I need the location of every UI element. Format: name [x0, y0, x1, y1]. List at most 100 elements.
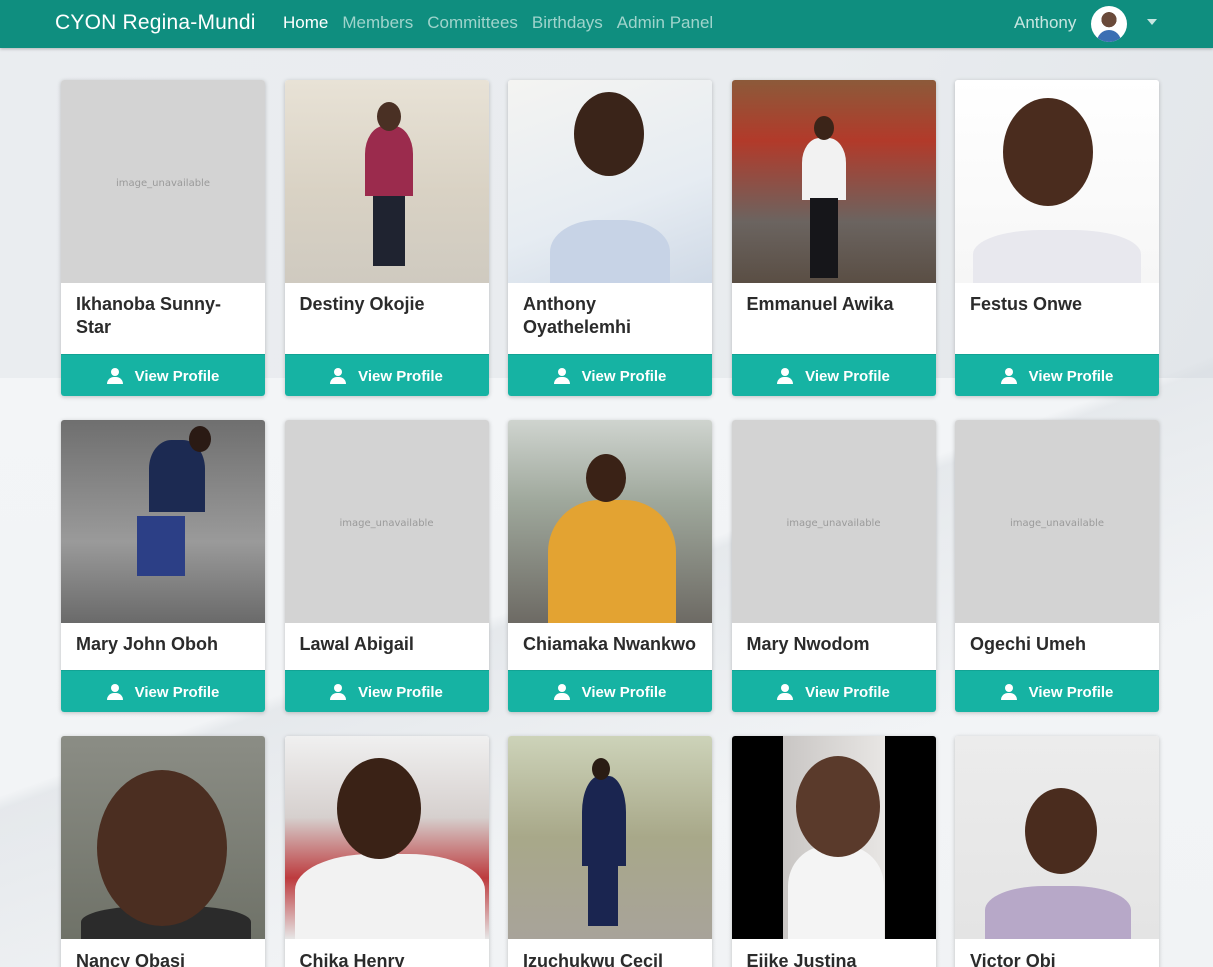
- view-profile-label: View Profile: [134, 367, 220, 385]
- photo-figure-head: [795, 756, 880, 857]
- user-icon: [553, 684, 570, 700]
- brand-link[interactable]: CYON Regina-Mundi: [55, 11, 256, 35]
- member-photo: [955, 736, 1159, 939]
- photo-figure-body: [548, 500, 676, 623]
- user-menu-name[interactable]: Anthony: [1014, 13, 1076, 33]
- photo-figure-head: [1025, 788, 1097, 874]
- chevron-down-icon[interactable]: [1147, 19, 1157, 25]
- user-icon: [777, 684, 794, 700]
- member-card: Izuchukwu Cecil: [508, 736, 712, 967]
- member-photo: [284, 80, 489, 283]
- photo-figure-head: [574, 92, 644, 176]
- user-icon: [777, 368, 794, 384]
- view-profile-button[interactable]: View Profile: [508, 354, 712, 396]
- member-card: Ejike Justina: [731, 736, 936, 967]
- placeholder-text: image_unavailable: [1010, 518, 1104, 529]
- member-photo: [61, 736, 265, 939]
- placeholder-text: image_unavailable: [116, 178, 210, 189]
- photo-figure-head: [189, 426, 211, 452]
- photo-figure-head: [336, 758, 421, 859]
- member-card: Destiny Okojie View Profile: [284, 80, 489, 396]
- member-card: Chika Henry: [284, 736, 489, 967]
- view-profile-label: View Profile: [358, 683, 443, 701]
- photo-figure-legs: [137, 516, 185, 576]
- user-icon: [330, 368, 347, 384]
- view-profile-button[interactable]: View Profile: [955, 670, 1159, 712]
- photo-figure-head: [376, 102, 401, 131]
- member-card: Anthony Oyathelemhi View Profile: [508, 80, 712, 396]
- member-photo: [508, 420, 712, 623]
- member-card: image_unavailable Lawal Abigail View Profi…: [284, 420, 489, 712]
- photo-figure-body: [787, 846, 884, 939]
- user-avatar[interactable]: [1091, 6, 1127, 42]
- user-icon: [1000, 684, 1017, 700]
- nav-link-admin-panel[interactable]: Admin Panel: [617, 13, 713, 33]
- view-profile-label: View Profile: [1028, 367, 1114, 385]
- member-name: Victor Obi: [970, 951, 1056, 967]
- member-photo-placeholder: image_unavailable: [61, 80, 265, 283]
- member-photo: [731, 80, 936, 283]
- view-profile-label: View Profile: [581, 367, 667, 385]
- photo-figure-body: [973, 230, 1141, 283]
- view-profile-label: View Profile: [805, 683, 890, 701]
- member-photo-placeholder: image_unavailable: [284, 420, 489, 623]
- member-name: Nancy Obasi: [76, 951, 186, 967]
- view-profile-button[interactable]: View Profile: [61, 670, 265, 712]
- nav-link-home[interactable]: Home: [283, 13, 328, 33]
- member-photo: [284, 736, 489, 939]
- member-name: Emmanuel Awika: [746, 294, 894, 314]
- member-photo-placeholder: image_unavailable: [955, 420, 1159, 623]
- user-icon: [106, 684, 123, 700]
- user-icon: [1000, 368, 1017, 384]
- view-profile-label: View Profile: [581, 683, 667, 701]
- photo-figure-body: [364, 126, 413, 196]
- view-profile-label: View Profile: [805, 367, 890, 385]
- photo-figure-head: [813, 116, 834, 140]
- nav-link-committees[interactable]: Committees: [427, 13, 518, 33]
- view-profile-button[interactable]: View Profile: [284, 670, 489, 712]
- view-profile-button[interactable]: View Profile: [284, 354, 489, 396]
- photo-figure-body: [550, 220, 670, 283]
- view-profile-button[interactable]: View Profile: [955, 354, 1159, 396]
- member-card: Emmanuel Awika View Profile: [731, 80, 936, 396]
- member-name: Lawal Abigail: [299, 634, 414, 654]
- member-name: Anthony Oyathelemhi: [523, 294, 632, 337]
- photo-figure-legs: [588, 866, 618, 926]
- user-icon: [330, 684, 347, 700]
- member-name: Ejike Justina: [746, 951, 857, 967]
- view-profile-label: View Profile: [358, 367, 443, 385]
- photo-figure-body: [801, 138, 846, 200]
- view-profile-button[interactable]: View Profile: [731, 670, 936, 712]
- view-profile-button[interactable]: View Profile: [508, 670, 712, 712]
- photo-figure-head: [592, 758, 610, 780]
- member-card: Mary John Oboh View Profile: [61, 420, 265, 712]
- nav-link-birthdays[interactable]: Birthdays: [532, 13, 603, 33]
- placeholder-text: image_unavailable: [339, 518, 434, 529]
- view-profile-button[interactable]: View Profile: [731, 354, 936, 396]
- placeholder-text: image_unavailable: [786, 518, 881, 529]
- member-photo: [61, 420, 265, 623]
- member-card: Nancy Obasi: [61, 736, 265, 967]
- view-profile-label: View Profile: [1028, 683, 1114, 701]
- member-photo: [731, 736, 936, 939]
- member-photo: [508, 736, 712, 939]
- member-card: Victor Obi: [955, 736, 1159, 967]
- member-card: image_unavailable Ikhanoba Sunny-Star View…: [61, 80, 265, 396]
- member-card: image_unavailable Ogechi Umeh View Profile: [955, 420, 1159, 712]
- photo-figure-head: [1003, 98, 1093, 206]
- view-profile-button[interactable]: View Profile: [61, 354, 265, 396]
- photo-figure-head: [97, 770, 227, 926]
- nav-links: Home Members Committees Birthdays Admin …: [283, 13, 727, 33]
- member-name: Izuchukwu Cecil: [523, 951, 664, 967]
- photo-figure-legs: [372, 196, 405, 266]
- photo-figure-body: [582, 776, 626, 866]
- member-name: Ikhanoba Sunny-Star: [76, 294, 222, 337]
- member-name: Ogechi Umeh: [970, 634, 1087, 654]
- member-name: Chika Henry: [299, 951, 405, 967]
- photo-figure-legs: [809, 198, 838, 278]
- nav-link-members[interactable]: Members: [342, 13, 413, 33]
- member-name: Mary Nwodom: [746, 634, 870, 654]
- member-card: image_unavailable Mary Nwodom View Profile: [731, 420, 936, 712]
- member-card: Chiamaka Nwankwo View Profile: [508, 420, 712, 712]
- top-navbar: CYON Regina-Mundi Home Members Committee…: [0, 0, 1213, 48]
